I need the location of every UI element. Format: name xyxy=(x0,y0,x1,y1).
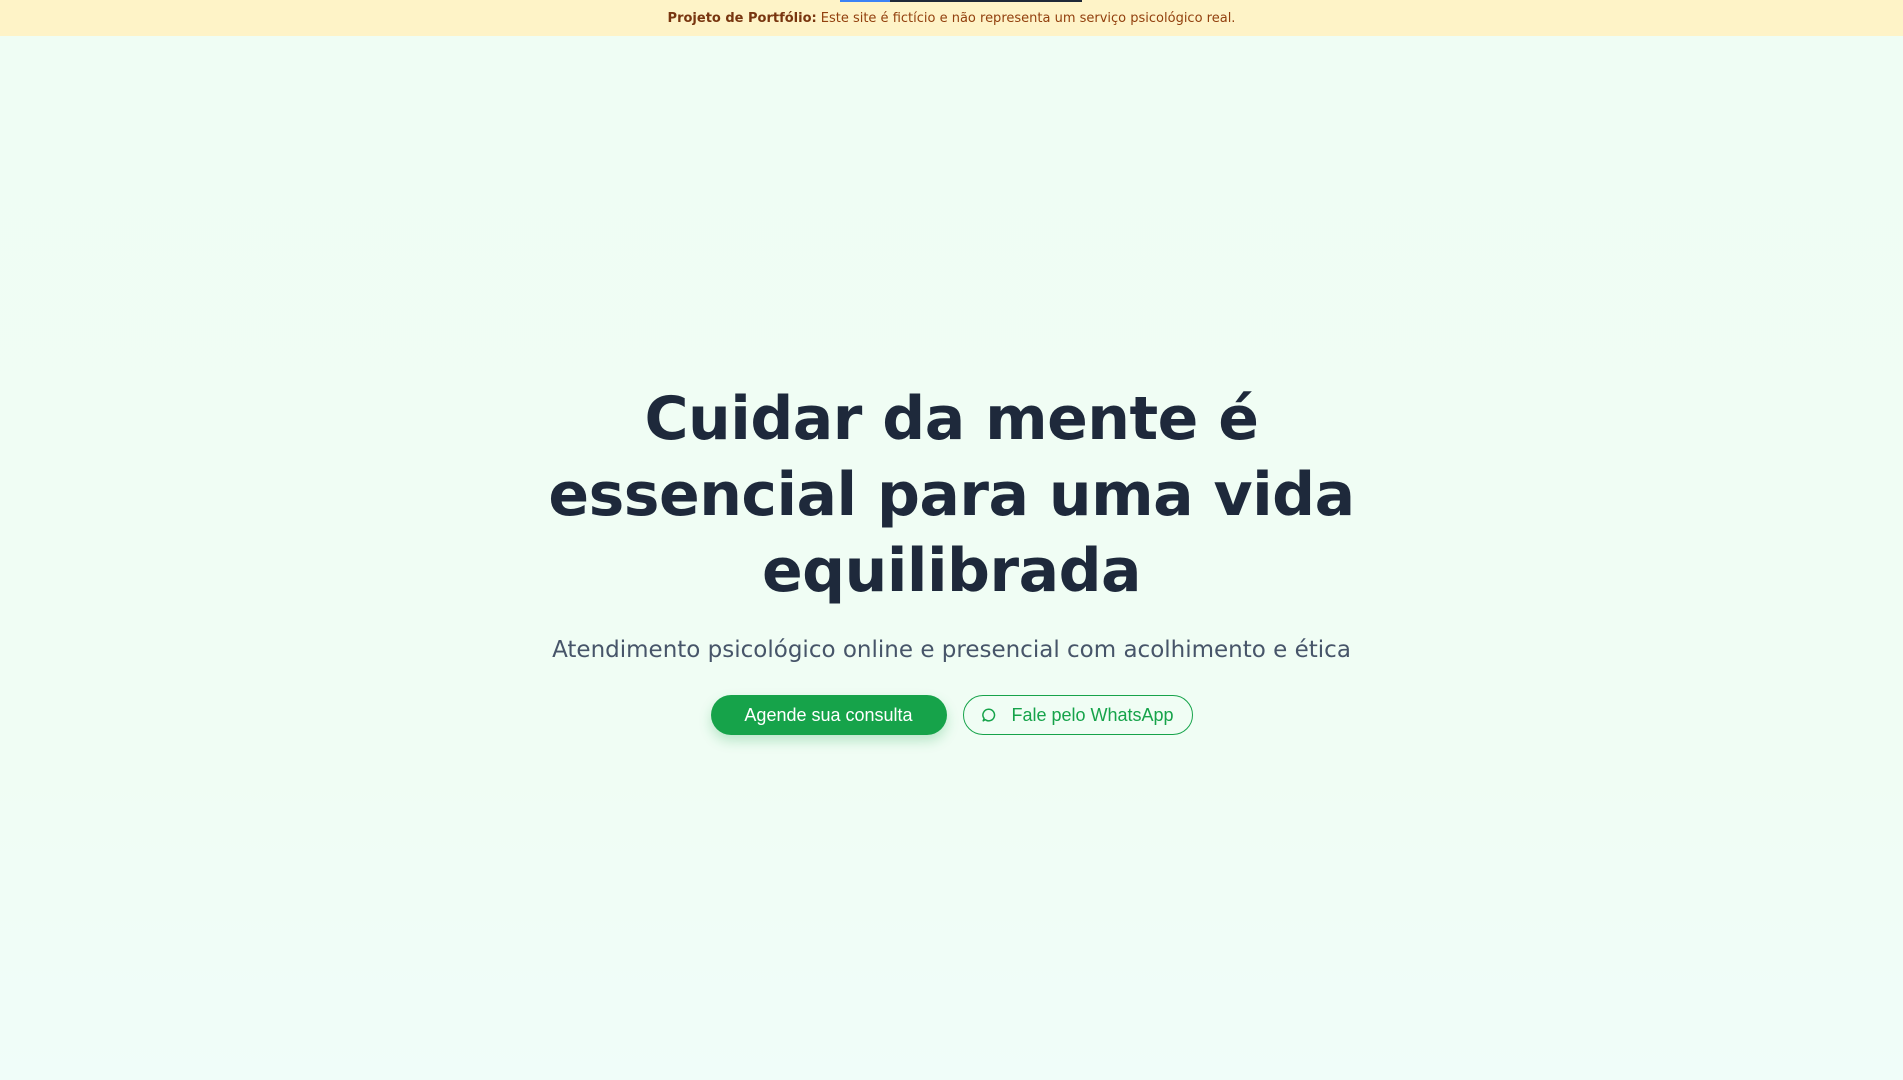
hero-actions: Agende sua consulta Fale pelo WhatsApp xyxy=(710,695,1193,735)
whatsapp-icon xyxy=(981,707,997,723)
book-appointment-label: Agende sua consulta xyxy=(744,704,913,725)
book-appointment-button[interactable]: Agende sua consulta xyxy=(710,695,947,735)
portfolio-notice-banner: Projeto de Portfólio: Este site é fictíc… xyxy=(0,0,1903,36)
hero-title: Cuidar da mente é essencial para uma vid… xyxy=(548,384,1355,606)
banner-text: Este site é fictício e não representa um… xyxy=(820,10,1236,26)
nav-underline-accent xyxy=(840,0,890,2)
whatsapp-button[interactable]: Fale pelo WhatsApp xyxy=(962,695,1193,735)
hero-section: Cuidar da mente é essencial para uma vid… xyxy=(0,36,1903,1080)
banner-label: Projeto de Portfólio: xyxy=(667,10,817,26)
hero-subtitle: Atendimento psicológico online e presenc… xyxy=(552,637,1351,663)
whatsapp-button-label: Fale pelo WhatsApp xyxy=(1011,704,1174,725)
